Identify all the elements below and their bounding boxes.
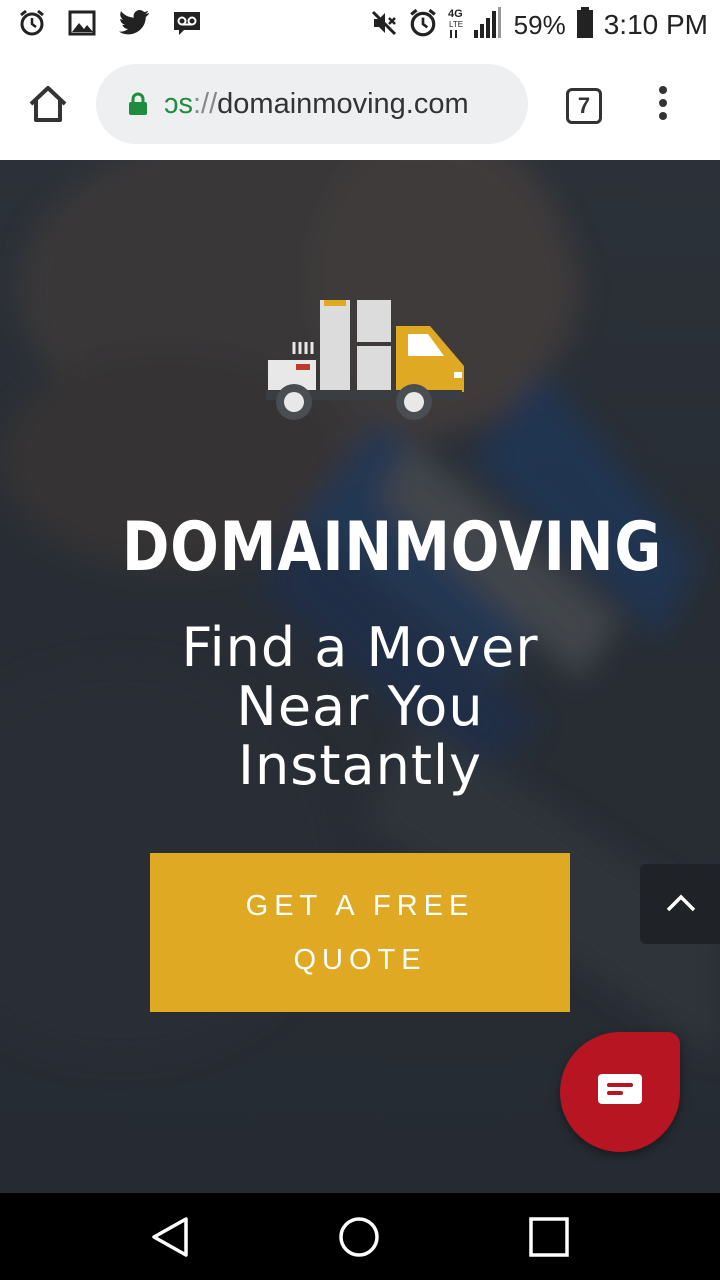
brand-title: DOMAINMOVING	[121, 508, 663, 587]
url-text: ɔs://domainmoving.com	[164, 64, 516, 144]
menu-dot	[659, 86, 667, 94]
home-circle-icon	[339, 1217, 379, 1257]
alarm-icon	[18, 9, 46, 41]
clock: 3:10 PM	[603, 9, 708, 40]
recents-button[interactable]	[527, 1215, 571, 1259]
svg-text:LTE: LTE	[449, 20, 463, 29]
battery-percent: 59%	[513, 9, 566, 40]
status-bar: 4G LTE 59% 3:10 PM	[0, 0, 720, 48]
menu-dot	[659, 112, 667, 120]
hero-section: DOMAINMOVING Find a Mover Near You Insta…	[0, 160, 720, 1193]
url-scheme: ɔs	[164, 88, 193, 120]
cta-label-line: QUOTE	[293, 943, 427, 976]
tagline-line: Near You	[236, 675, 484, 738]
tagline-line: Instantly	[238, 734, 482, 797]
hero-tagline: Find a Mover Near You Instantly	[0, 618, 720, 795]
chat-widget-button[interactable]	[560, 1032, 680, 1152]
tagline-line: Find a Mover	[181, 616, 539, 679]
get-free-quote-button[interactable]: GET A FREE QUOTE	[150, 853, 570, 1012]
chat-bubble-icon	[598, 1074, 642, 1104]
home-icon	[29, 86, 67, 122]
chevron-up-icon	[666, 894, 696, 912]
android-navigation-bar	[0, 1193, 720, 1280]
overflow-menu-button[interactable]	[656, 86, 670, 126]
alarm-icon	[408, 8, 438, 42]
svg-text:4G: 4G	[448, 8, 463, 20]
url-separator: ://	[193, 88, 218, 120]
twitter-icon	[118, 9, 150, 41]
scroll-to-top-button[interactable]	[640, 864, 720, 944]
home-nav-button[interactable]	[337, 1215, 381, 1259]
signal-icon: 4G LTE	[448, 6, 504, 44]
tab-switcher-button[interactable]: 7	[566, 88, 602, 124]
address-bar[interactable]: ɔs://domainmoving.com	[96, 64, 528, 144]
back-triangle-icon	[152, 1217, 188, 1257]
battery-icon	[576, 7, 594, 43]
menu-dot	[659, 99, 667, 107]
url-domain: domainmoving.com	[217, 88, 469, 120]
cta-label-line: GET A FREE	[245, 889, 475, 922]
voicemail-icon	[172, 9, 202, 41]
mute-icon	[370, 9, 398, 41]
back-button[interactable]	[148, 1215, 192, 1259]
moving-truck-logo	[266, 300, 464, 420]
browser-toolbar: ɔs://domainmoving.com 7	[0, 48, 720, 160]
home-button[interactable]	[26, 82, 70, 126]
lock-icon	[128, 92, 148, 120]
image-icon	[68, 9, 96, 41]
recents-square-icon	[529, 1217, 569, 1257]
